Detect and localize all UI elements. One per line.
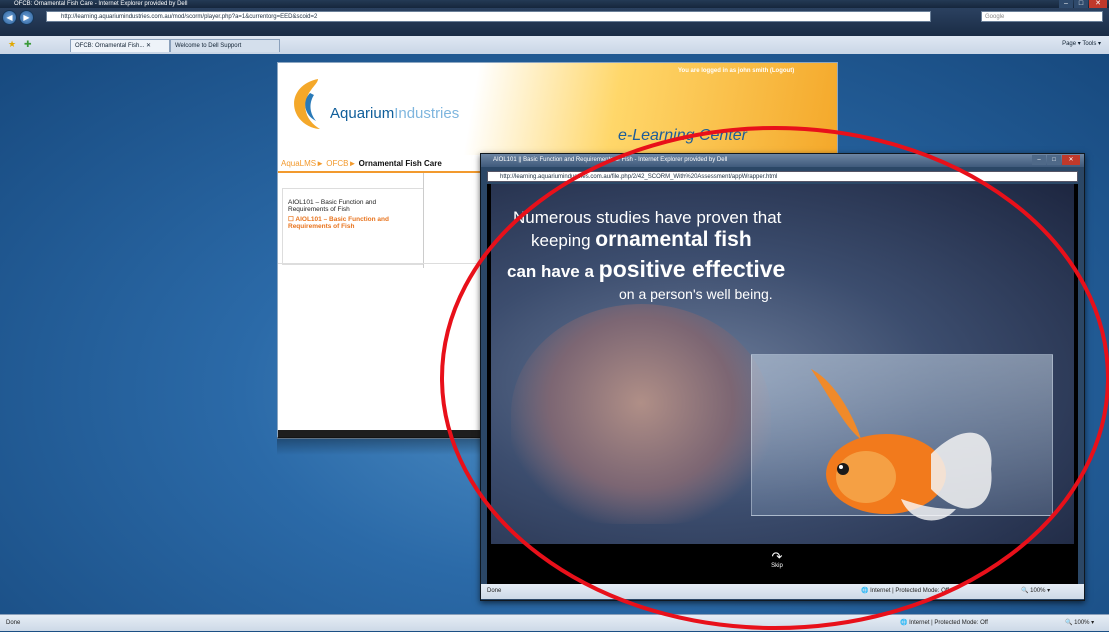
address-input[interactable]: http://learning.aquariumindustries.com.a… [46, 11, 931, 22]
breadcrumb-current: Ornamental Fish Care [358, 159, 442, 168]
panel-divider [423, 173, 424, 268]
search-input[interactable]: Google [981, 11, 1103, 22]
forward-icon[interactable]: ▶ [19, 10, 34, 25]
course-sco-link[interactable]: ☐ AIOL101 – Basic Function and Requireme… [288, 215, 418, 230]
course-title: AIOL101 – Basic Function and Requirement… [288, 199, 377, 213]
favorites-star-icon[interactable]: ★ [8, 39, 16, 50]
add-favorite-icon[interactable]: ✚ [24, 39, 32, 50]
browser-title-bar: OFCB: Ornamental Fish Care - Internet Ex… [0, 0, 1109, 8]
logged-in-text[interactable]: You are logged in as john smith (Logout) [678, 68, 794, 74]
course-outline-panel: AIOL101 – Basic Function and Requirement… [282, 188, 423, 265]
close-icon[interactable]: ✕ [1089, 0, 1107, 8]
maximize-icon[interactable]: □ [1074, 0, 1088, 8]
breadcrumb-ofcb[interactable]: OFCB [326, 159, 348, 168]
tab-dell-support[interactable]: Welcome to Dell Support [170, 39, 280, 52]
window-title: OFCB: Ornamental Fish Care - Internet Ex… [14, 1, 188, 7]
window-controls: – □ ✕ [1059, 0, 1107, 8]
breadcrumb-aqualms[interactable]: AquaLMS [281, 159, 316, 168]
status-text: Done [6, 620, 21, 626]
tab-ofcb[interactable]: OFCB: Ornamental Fish... ✕ [70, 39, 170, 52]
red-annotation-ellipse [440, 126, 1109, 630]
back-icon[interactable]: ◀ [2, 10, 17, 25]
logo-swoosh-icon [294, 79, 320, 129]
command-bar-tools[interactable]: Page ▾ Tools ▾ [1062, 40, 1101, 47]
minimize-icon[interactable]: – [1059, 0, 1073, 8]
nav-buttons: ◀ ▶ [2, 10, 34, 25]
